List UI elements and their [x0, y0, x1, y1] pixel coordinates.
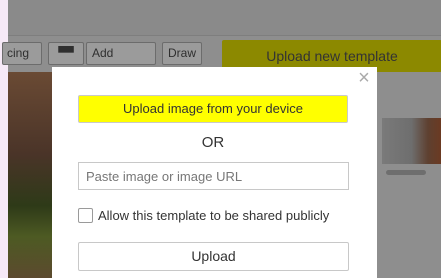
sunglasses-button[interactable]: ▀▀ — [48, 42, 84, 65]
close-icon[interactable]: × — [356, 68, 372, 88]
upload-button[interactable]: Upload — [78, 242, 349, 271]
or-separator: OR — [201, 134, 225, 151]
meme-canvas-preview — [8, 72, 54, 278]
template-thumbnails[interactable] — [382, 118, 441, 164]
top-bar — [8, 0, 441, 36]
upload-from-device-button[interactable]: Upload image from your device — [78, 95, 348, 123]
image-url-input[interactable] — [78, 162, 349, 190]
sunglasses-icon: ▀▀ — [58, 47, 74, 59]
share-publicly-checkbox[interactable] — [78, 208, 93, 223]
share-publicly-label: Allow this template to be shared publicl… — [98, 208, 330, 223]
draw-button[interactable]: Draw — [162, 42, 202, 65]
add-image-button[interactable]: Add Image — [86, 42, 156, 81]
spacing-button[interactable]: cing — [2, 42, 42, 65]
thumbnail-scrollbar[interactable] — [386, 170, 426, 175]
